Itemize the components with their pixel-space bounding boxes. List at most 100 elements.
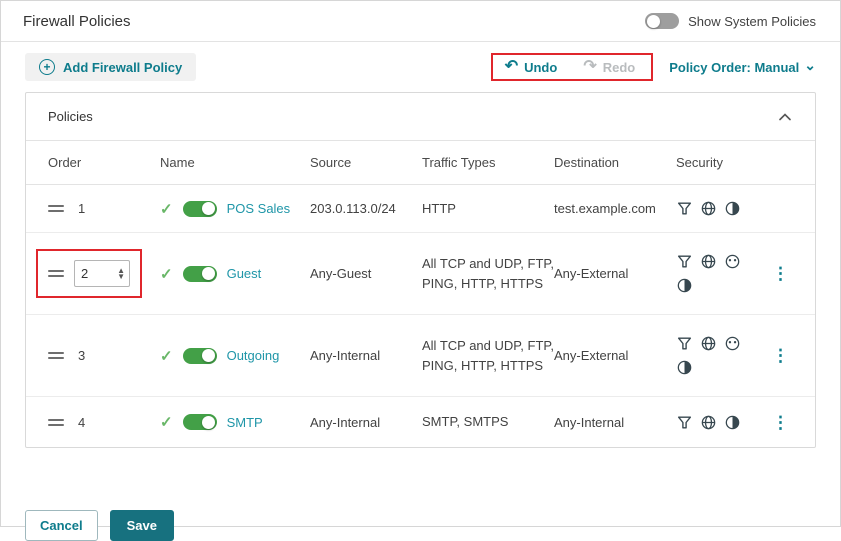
row-menu-button[interactable]: ⋮: [768, 412, 793, 433]
toolbar: + Add Firewall Policy ↶ Undo ↷ Redo Poli…: [1, 42, 840, 90]
footer-actions: Cancel Save: [1, 510, 840, 541]
filter-icon: [677, 337, 692, 350]
page-title: Firewall Policies: [23, 12, 131, 30]
source-cell: Any-Guest: [310, 266, 372, 281]
policy-enabled-toggle[interactable]: [182, 200, 217, 217]
policy-order-label: Policy Order: Manual: [669, 59, 800, 75]
app-header: Firewall Policies Show System Policies: [1, 1, 840, 42]
redo-button[interactable]: ↷ Redo: [583, 59, 635, 75]
destination-cell: Any-External: [554, 348, 629, 363]
undo-icon: ↶: [504, 58, 519, 75]
toggle-knob: [201, 202, 215, 215]
policy-enabled-toggle[interactable]: [182, 347, 217, 364]
redo-label: Redo: [602, 59, 636, 75]
table-row: ▲ ▼ ✓ Guest Any-Guest All TCP and UDP, F…: [26, 233, 815, 315]
app-control-icon: [725, 336, 740, 351]
policy-enabled-toggle[interactable]: [182, 265, 217, 282]
order-number: 4: [78, 414, 86, 430]
chevron-down-icon: ⌄: [804, 56, 816, 73]
column-header-order: Order: [48, 155, 82, 170]
order-number-input[interactable]: [81, 266, 111, 281]
column-header-security: Security: [676, 155, 723, 170]
column-header-traffic-types: Traffic Types: [422, 155, 496, 170]
filter-icon: [677, 255, 692, 268]
order-number: 3: [78, 348, 86, 363]
policy-name-link[interactable]: Guest: [227, 266, 262, 281]
globe-icon: [701, 336, 716, 351]
table-column-headers: Order Name Source Traffic Types Destinat…: [26, 141, 815, 185]
globe-icon: [701, 415, 716, 429]
traffic-types-cell: SMTP, SMTPS: [422, 414, 509, 430]
order-number-stepper: ▲ ▼: [74, 260, 130, 287]
order-number: 1: [78, 201, 86, 216]
filter-icon: [677, 202, 692, 215]
proxy-icon: [725, 201, 740, 216]
undo-redo-highlight-box: ↶ Undo ↷ Redo: [490, 53, 654, 81]
check-icon: ✓: [160, 200, 173, 218]
add-firewall-policy-label: Add Firewall Policy: [63, 59, 183, 75]
column-header-source: Source: [310, 155, 352, 170]
source-cell: Any-Internal: [310, 414, 381, 430]
proxy-icon: [725, 415, 740, 429]
security-cell: [676, 253, 752, 294]
policies-panel-title: Policies: [48, 109, 93, 124]
save-button[interactable]: Save: [109, 510, 175, 541]
row-menu-button[interactable]: ⋮: [768, 345, 793, 366]
toggle-knob: [201, 267, 215, 280]
table-row: 4 ✓ SMTP Any-Internal SMTP, SMTPS Any-In…: [26, 397, 815, 447]
chevron-up-icon: [779, 113, 791, 121]
security-cell: [676, 335, 752, 376]
table-row: 1 ✓ POS Sales 203.0.113.0/24 HTTP test.e…: [26, 185, 815, 233]
source-cell: 203.0.113.0/24: [310, 201, 396, 216]
collapse-panel-button[interactable]: [777, 107, 793, 126]
plus-icon: +: [39, 59, 55, 75]
toggle-knob: [201, 349, 215, 362]
toggle-knob: [201, 415, 215, 429]
add-firewall-policy-button[interactable]: + Add Firewall Policy: [25, 53, 197, 81]
traffic-types-cell: All TCP and UDP, FTP, PING, HTTP, HTTPS: [422, 256, 554, 291]
drag-handle-icon[interactable]: [48, 200, 64, 217]
traffic-types-cell: All TCP and UDP, FTP, PING, HTTP, HTTPS: [422, 338, 554, 373]
drag-handle-icon[interactable]: [48, 347, 64, 364]
app-control-icon: [725, 254, 740, 269]
policy-enabled-toggle[interactable]: [182, 414, 217, 430]
security-cell: [676, 200, 752, 217]
policy-order-dropdown[interactable]: Policy Order: Manual ⌄: [669, 56, 816, 75]
undo-button[interactable]: ↶ Undo: [505, 59, 558, 75]
toolbar-right: ↶ Undo ↷ Redo Policy Order: Manual ⌄: [490, 53, 816, 81]
traffic-types-cell: HTTP: [422, 200, 456, 216]
policies-panel: Policies Order Name Source Traffic Types…: [25, 92, 816, 448]
policy-name-link[interactable]: SMTP: [227, 415, 263, 430]
policy-name-link[interactable]: Outgoing: [227, 348, 280, 363]
toggle-knob: [647, 14, 661, 28]
show-system-policies-control: Show System Policies: [645, 13, 816, 29]
destination-cell: Any-External: [554, 266, 629, 281]
show-system-policies-toggle[interactable]: [645, 13, 680, 29]
stepper-down-icon[interactable]: ▼: [117, 272, 125, 280]
order-edit-highlight-box: ▲ ▼: [36, 249, 142, 298]
policies-panel-header: Policies: [26, 93, 815, 141]
proxy-icon: [677, 360, 692, 375]
column-header-name: Name: [160, 155, 195, 170]
filter-icon: [677, 415, 692, 429]
check-icon: ✓: [160, 265, 173, 283]
globe-icon: [701, 201, 716, 216]
cancel-button[interactable]: Cancel: [25, 510, 98, 541]
redo-icon: ↷: [583, 58, 597, 75]
drag-handle-icon[interactable]: [48, 265, 64, 282]
proxy-icon: [677, 278, 692, 293]
destination-cell: test.example.com: [554, 201, 656, 216]
column-header-destination: Destination: [554, 155, 620, 170]
undo-label: Undo: [524, 59, 558, 75]
destination-cell: Any-Internal: [554, 414, 625, 430]
source-cell: Any-Internal: [310, 348, 381, 363]
check-icon: ✓: [160, 414, 173, 431]
check-icon: ✓: [160, 347, 173, 365]
show-system-policies-label: Show System Policies: [688, 13, 816, 29]
table-row: 3 ✓ Outgoing Any-Internal All TCP and UD…: [26, 315, 815, 397]
row-menu-button[interactable]: ⋮: [768, 263, 793, 284]
globe-icon: [701, 254, 716, 269]
drag-handle-icon[interactable]: [48, 414, 64, 431]
security-cell: [676, 414, 752, 431]
policy-name-link[interactable]: POS Sales: [227, 201, 291, 216]
